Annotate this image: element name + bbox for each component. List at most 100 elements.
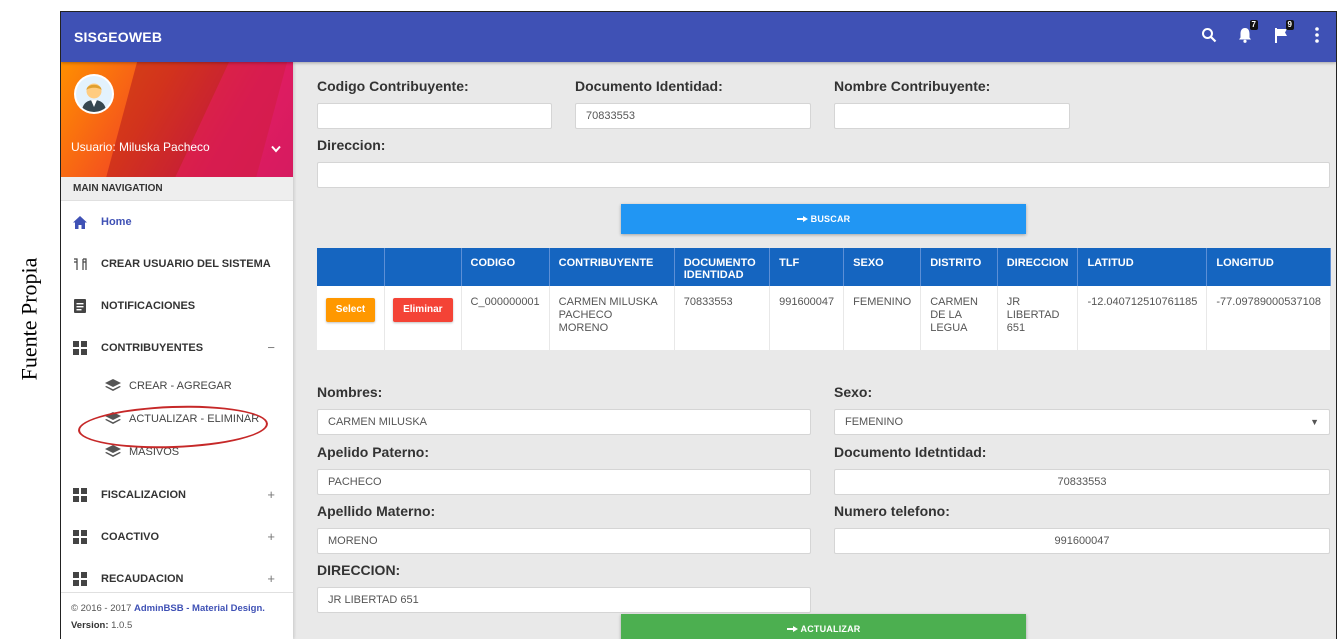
documento-identidad-label: Documento Identidad: — [575, 78, 723, 94]
table-row[interactable]: Select Eliminar C_000000001 CARMEN MILUS… — [317, 286, 1331, 350]
topbar-actions: 7 9 — [1198, 20, 1328, 46]
sidebar-footer: © 2016 - 2017 AdminBSB - Material Design… — [61, 592, 293, 639]
column-header: TLF — [769, 248, 845, 286]
nombre-contribuyente-label: Nombre Contribuyente: — [834, 78, 991, 94]
layers-icon — [105, 412, 121, 425]
chevron-down-icon[interactable] — [271, 142, 281, 156]
sidebar-item-home[interactable]: Home — [61, 201, 293, 243]
grid-icon — [73, 572, 87, 586]
notifications-badge: 7 — [1249, 20, 1258, 30]
grid-icon — [73, 488, 87, 502]
eliminar-button[interactable]: Eliminar — [393, 298, 453, 322]
select-button[interactable]: Select — [325, 298, 376, 322]
documento-identidad-edit-input[interactable]: 70833553 — [834, 469, 1330, 495]
version: Version: 1.0.5 — [71, 620, 133, 631]
document-icon — [73, 299, 87, 313]
sexo-select[interactable]: FEMENINO ▼ — [834, 409, 1330, 435]
cell-documento: 70833553 — [674, 286, 771, 350]
cell-longitud: -77.09789000537108 — [1206, 286, 1331, 350]
column-header: LATITUD — [1077, 248, 1208, 286]
app-brand[interactable]: SISGEOWEB — [74, 29, 162, 45]
documento-identidad-edit-label: Documento Idetntidad: — [834, 444, 987, 460]
flags-badge: 9 — [1285, 20, 1294, 30]
column-header: LONGITUD — [1206, 248, 1331, 286]
column-header: DOCUMENTO IDENTIDAD — [674, 248, 771, 286]
cell-codigo: C_000000001 — [461, 286, 550, 350]
column-header — [317, 248, 386, 286]
sidebar-item-label: Home — [101, 216, 132, 228]
top-navbar: SISGEOWEB 7 9 — [61, 12, 1336, 62]
home-icon — [73, 215, 87, 229]
sidebar-item-label: CONTRIBUYENTES — [101, 342, 204, 354]
more-vert-icon[interactable] — [1306, 24, 1328, 46]
column-header: DIRECCION — [997, 248, 1079, 286]
sidebar-item-label: NOTIFICACIONES — [101, 300, 196, 312]
sidebar-item-label: RECAUDACION — [101, 573, 184, 585]
layers-icon — [105, 445, 121, 458]
sidebar-item-coactivo[interactable]: COACTIVO + — [61, 516, 293, 558]
sidebar-subitem-label: MASIVOS — [129, 445, 180, 458]
user-name[interactable]: Usuario: Miluska Pacheco — [71, 140, 210, 154]
nombres-input[interactable]: CARMEN MILUSKA — [317, 409, 811, 435]
apellido-materno-input[interactable]: MORENO — [317, 528, 811, 554]
caption-text: Fuente Propia — [16, 257, 42, 381]
direccion-label: Direccion: — [317, 137, 386, 153]
sidebar-item-contribuyentes[interactable]: CONTRIBUYENTES − — [61, 327, 293, 369]
collapse-toggle[interactable]: − — [267, 340, 275, 355]
cell-contribuyente: CARMEN MILUSKA PACHECO MORENO — [549, 286, 675, 350]
avatar — [74, 74, 114, 114]
nombre-contribuyente-input[interactable] — [834, 103, 1070, 129]
column-header: SEXO — [843, 248, 922, 286]
sidebar-subitem-crear-agregar[interactable]: CREAR - AGREGAR — [61, 369, 293, 402]
sidebar-subitem-masivos[interactable]: MASIVOS — [61, 435, 293, 468]
apellido-paterno-input[interactable]: PACHECO — [317, 469, 811, 495]
figure-caption: Fuente Propia — [0, 0, 58, 638]
buscar-button[interactable]: BUSCAR — [621, 204, 1026, 234]
sidebar: Usuario: Miluska Pacheco MAIN NAVIGATION… — [61, 62, 293, 639]
nombres-label: Nombres: — [317, 384, 383, 400]
cell-sexo: FEMENINO — [843, 286, 922, 350]
sidebar-item-notificaciones[interactable]: NOTIFICACIONES — [61, 285, 293, 327]
copyright-link[interactable]: AdminBSB - Material Design. — [134, 603, 265, 614]
actualizar-button[interactable]: ACTUALIZAR — [621, 614, 1026, 639]
cell-tlf: 991600047 — [769, 286, 845, 350]
numero-telefono-input[interactable]: 991600047 — [834, 528, 1330, 554]
search-icon[interactable] — [1198, 24, 1220, 46]
people-icon — [73, 257, 87, 271]
expand-toggle[interactable]: + — [267, 571, 275, 586]
sidebar-item-fiscalizacion[interactable]: FISCALIZACION + — [61, 474, 293, 516]
delete-cell: Eliminar — [384, 286, 462, 350]
apellido-paterno-label: Apelido Paterno: — [317, 444, 430, 460]
numero-telefono-label: Numero telefono: — [834, 503, 950, 519]
direccion-input[interactable] — [317, 162, 1330, 188]
direccion-edit-label: DIRECCION: — [317, 562, 401, 578]
expand-toggle[interactable]: + — [267, 529, 275, 544]
codigo-contribuyente-input[interactable] — [317, 103, 552, 129]
dropdown-caret-icon: ▼ — [1310, 417, 1319, 427]
sidebar-subitem-label: ACTUALIZAR - ELIMINAR — [129, 412, 260, 425]
hand-point-icon — [786, 625, 798, 633]
grid-icon — [73, 341, 87, 355]
cell-latitud: -12.040712510761185 — [1077, 286, 1208, 350]
sexo-label: Sexo: — [834, 384, 873, 400]
sidebar-item-label: CREAR USUARIO DEL SISTEMA — [101, 258, 271, 270]
expand-toggle[interactable]: + — [267, 487, 275, 502]
user-info-panel: Usuario: Miluska Pacheco — [61, 62, 293, 177]
hand-point-icon — [796, 215, 808, 223]
results-table: CODIGO CONTRIBUYENTE DOCUMENTO IDENTIDAD… — [317, 248, 1331, 350]
cell-distrito: CARMEN DE LA LEGUA — [920, 286, 998, 350]
flag-icon[interactable]: 9 — [1270, 20, 1294, 46]
sidebar-item-label: FISCALIZACION — [101, 489, 186, 501]
select-cell: Select — [317, 286, 386, 350]
notifications-bell-icon[interactable]: 7 — [1234, 20, 1258, 46]
direccion-edit-input[interactable]: JR LIBERTAD 651 — [317, 587, 811, 613]
sidebar-subitem-actualizar-eliminar[interactable]: ACTUALIZAR - ELIMINAR — [61, 402, 293, 435]
column-header: CONTRIBUYENTE — [549, 248, 675, 286]
sidebar-item-crear-usuario[interactable]: CREAR USUARIO DEL SISTEMA — [61, 243, 293, 285]
column-header — [384, 248, 462, 286]
main-content: Codigo Contribuyente: Documento Identida… — [305, 62, 1336, 639]
table-header-row: CODIGO CONTRIBUYENTE DOCUMENTO IDENTIDAD… — [317, 248, 1331, 286]
documento-identidad-input[interactable]: 70833553 — [575, 103, 811, 129]
sidebar-subitem-label: CREAR - AGREGAR — [129, 379, 232, 392]
nav-header: MAIN NAVIGATION — [61, 177, 293, 201]
